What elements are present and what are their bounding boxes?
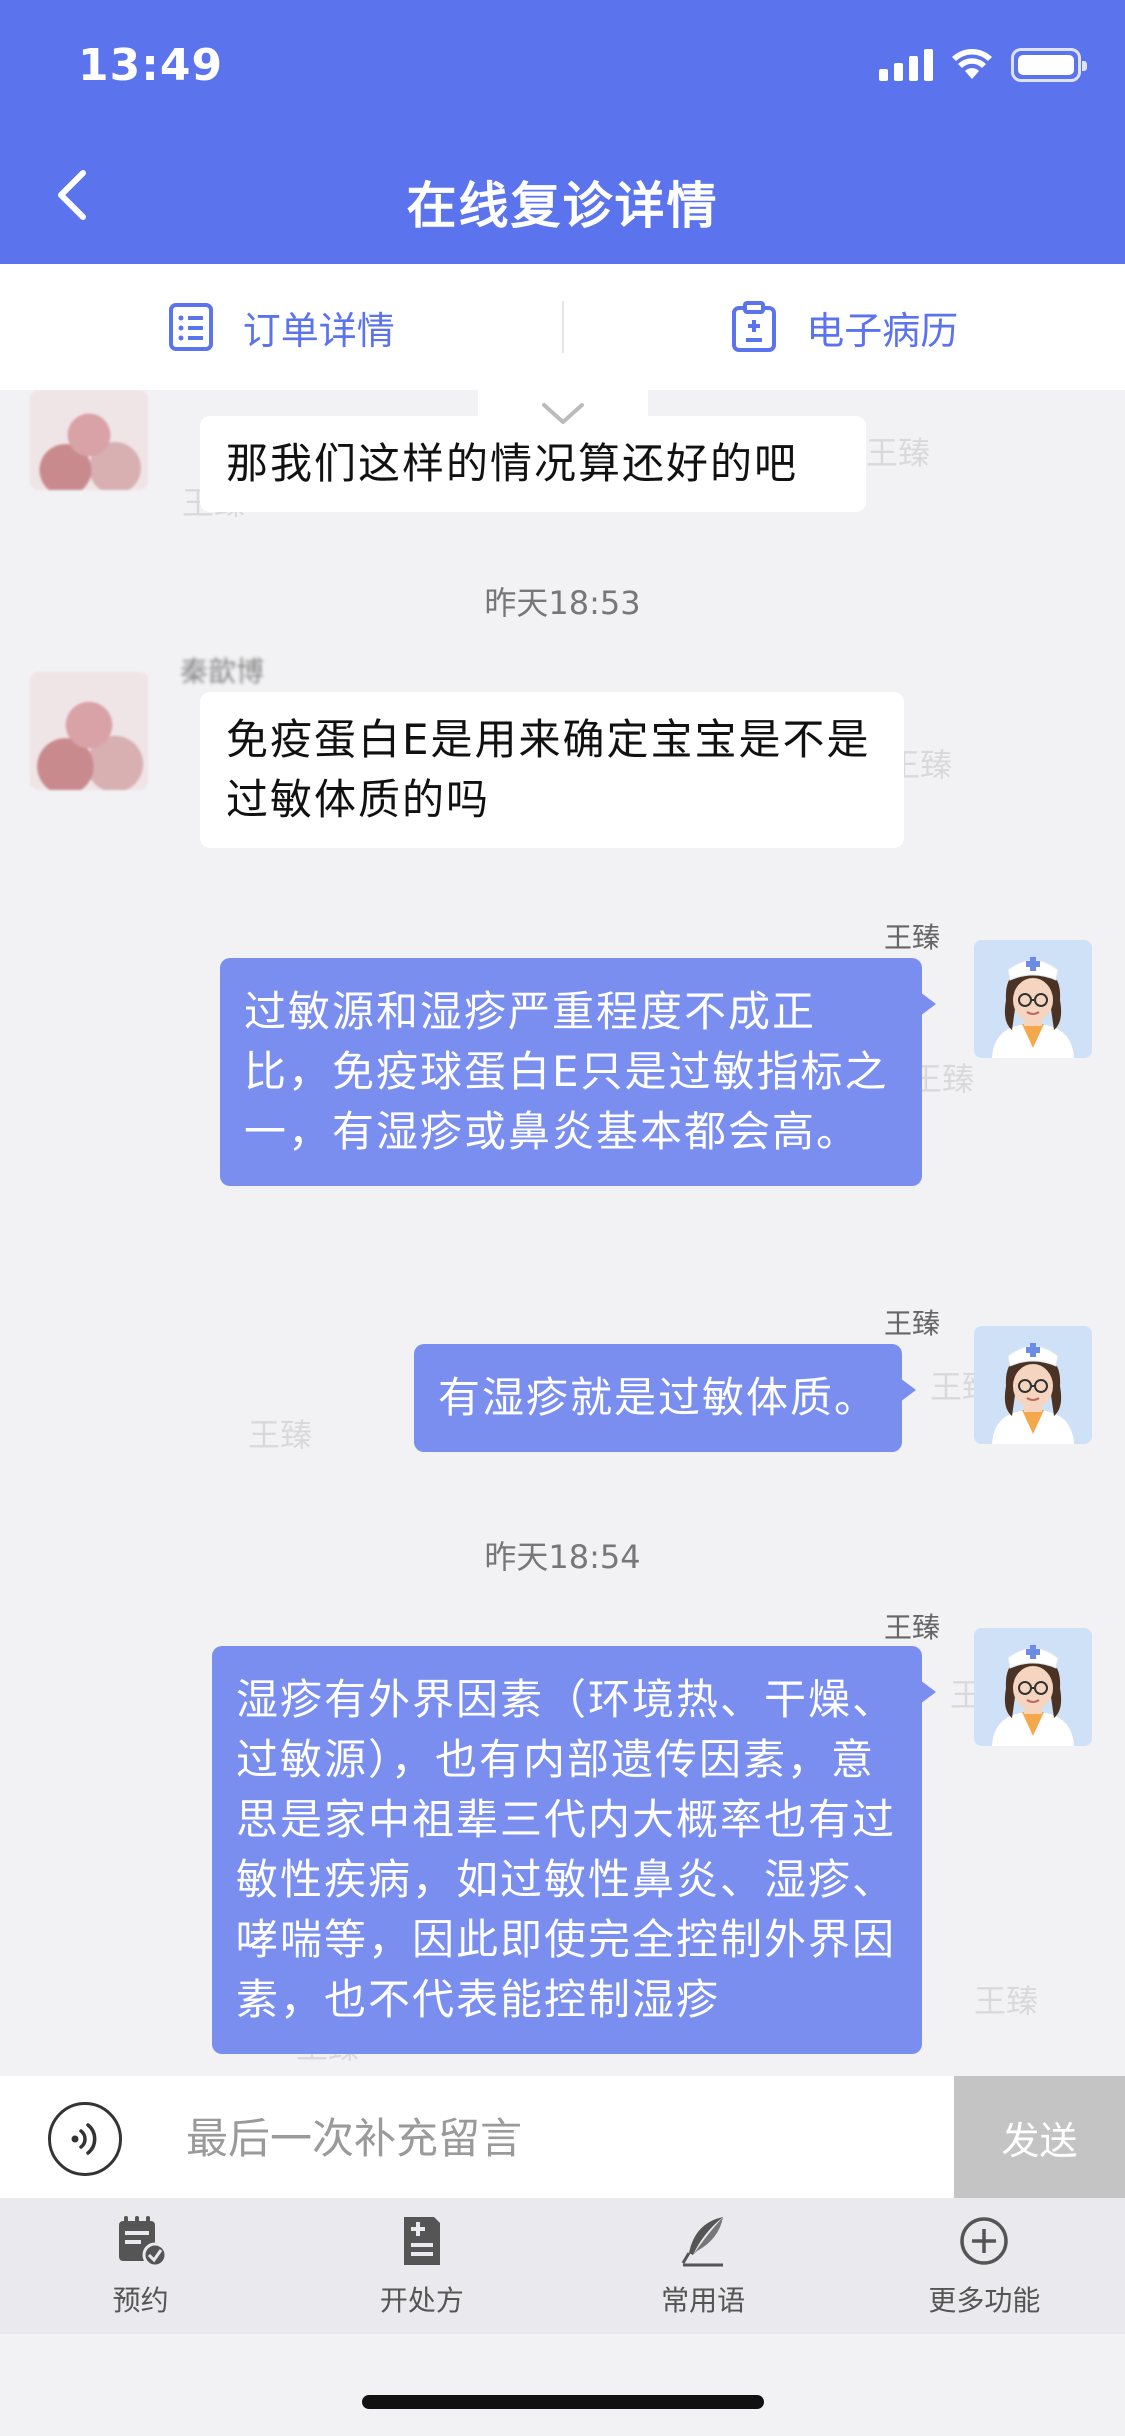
tab-medical-record[interactable]: 电子病历: [564, 264, 1125, 390]
watermark: 王臻: [248, 1416, 313, 1454]
voice-icon: [71, 2123, 97, 2155]
toolbar-label: 更多功能: [928, 2284, 1041, 2317]
sender-name: 王臻: [884, 1611, 941, 1644]
tab-order-details[interactable]: 订单详情: [0, 264, 562, 390]
collapse-button[interactable]: [478, 390, 648, 438]
toolbar-item-phrases[interactable]: 常用语: [563, 2198, 844, 2334]
voice-button[interactable]: [48, 2102, 122, 2176]
wifi-icon: [952, 49, 992, 79]
status-icons: [879, 48, 1087, 82]
watermark: 王臻: [866, 434, 931, 472]
tab-label: 订单详情: [242, 308, 395, 353]
toolbar-item-appointment[interactable]: 预约: [0, 2198, 281, 2334]
header: 13:49 在线复诊详情: [0, 0, 1125, 264]
home-indicator: [362, 2395, 764, 2409]
toolbar-item-more[interactable]: 更多功能: [844, 2198, 1125, 2334]
avatar[interactable]: [30, 390, 148, 490]
list-icon: [168, 303, 213, 351]
nurse-avatar-icon: [974, 940, 1092, 1058]
timestamp: 昨天18:54: [484, 1538, 641, 1576]
page-title: 在线复诊详情: [406, 177, 719, 235]
message-bubble: 湿疹有外界因素（环境热、干燥、过敏源），也有内部遗传因素，意思是家中祖辈三代内大…: [212, 1646, 936, 2054]
quill-icon: [681, 2217, 724, 2267]
appointment-icon: [118, 2216, 168, 2268]
bottom-toolbar: 预约 开处方 常用语 更多功能: [0, 2198, 1125, 2334]
toolbar-label: 开处方: [379, 2284, 464, 2317]
avatar[interactable]: [30, 672, 148, 790]
medical-record-icon: [732, 301, 777, 352]
message-bubble: 有湿疹就是过敏体质。: [414, 1344, 917, 1452]
send-button[interactable]: 发送: [954, 2076, 1125, 2198]
sender-name: 秦歆博: [180, 655, 265, 688]
watermark: 王臻: [974, 1982, 1039, 2020]
message-bubble: 过敏源和湿疹严重程度不成正比，免疫球蛋白E只是过敏指标之一，有湿疹或鼻炎基本都会…: [220, 958, 936, 1186]
plus-circle-icon: [960, 2217, 1009, 2265]
prescription-icon: [403, 2217, 440, 2265]
battery-icon: [1011, 48, 1087, 82]
doctor-avatar[interactable]: [974, 1628, 1092, 1746]
nurse-avatar-icon: [974, 1628, 1092, 1746]
sender-name: 王臻: [884, 1307, 941, 1340]
input-bar: 发送: [0, 2076, 1125, 2198]
toolbar-label: 常用语: [661, 2284, 746, 2317]
top-tabs: 订单详情 电子病历: [0, 264, 1125, 390]
sender-name: 王臻: [884, 921, 941, 954]
status-time: 13:49: [78, 40, 224, 91]
nurse-avatar-icon: [974, 1326, 1092, 1444]
doctor-avatar[interactable]: [974, 940, 1092, 1058]
message-bubble: 免疫蛋白E是用来确定宝宝是不是过敏体质的吗: [200, 692, 904, 848]
doctor-avatar[interactable]: [974, 1326, 1092, 1444]
toolbar-item-prescription[interactable]: 开处方: [281, 2198, 562, 2334]
tab-label: 电子病历: [806, 308, 959, 353]
toolbar-label: 预约: [112, 2284, 169, 2317]
chat-area[interactable]: 王臻 王臻 王臻 王臻 王臻 王臻 王臻 王臻 王臻 王臻 王臻 王臻 王臻 王…: [0, 390, 1125, 2076]
signal-icon: [879, 49, 933, 81]
timestamp: 昨天18:53: [484, 584, 641, 622]
chevron-down-icon: [542, 403, 584, 424]
message-input[interactable]: [186, 2096, 926, 2180]
